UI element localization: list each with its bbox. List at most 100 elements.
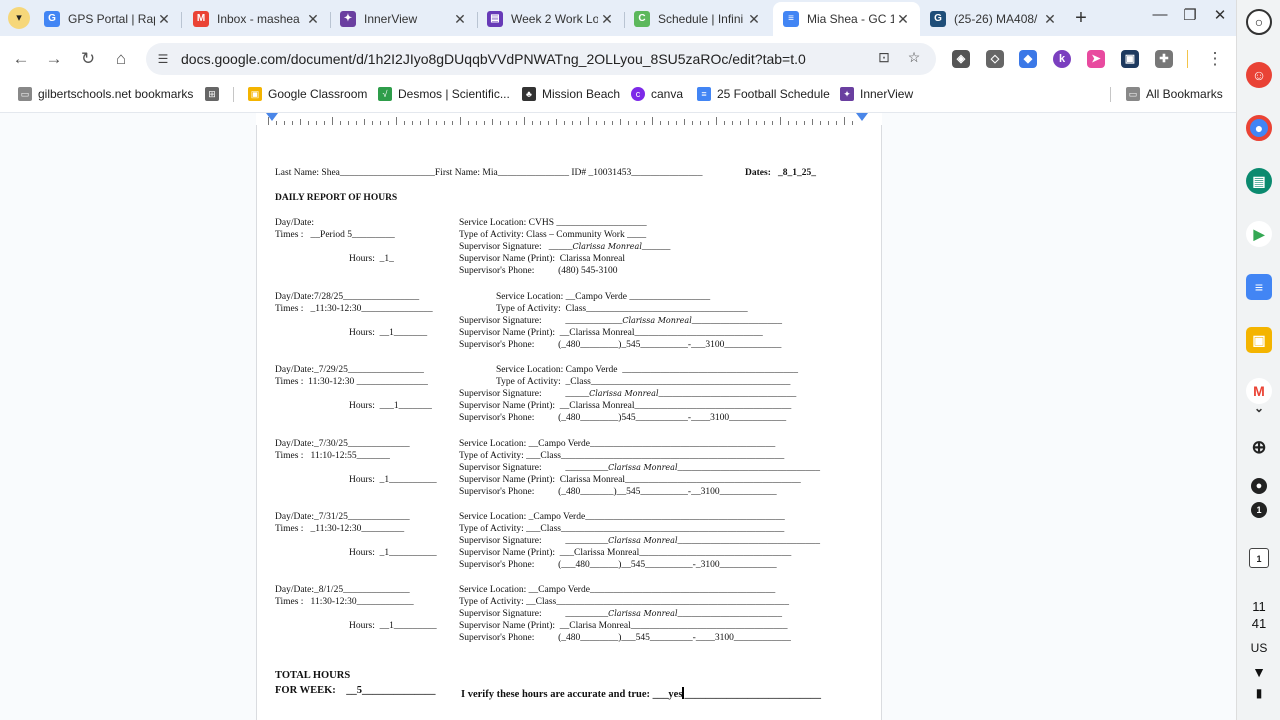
entry-service-location: Service Location: _Campo Verde__________…	[459, 512, 785, 522]
all-bookmarks-button[interactable]: ▭ All Bookmarks	[1126, 84, 1223, 104]
signature-label: Supervisor Signature: _____	[459, 242, 573, 252]
site-info-icon[interactable]: ☰	[154, 50, 172, 68]
bookmark-folder-gilbert[interactable]: ▭ gilbertschools.net bookmarks	[18, 84, 193, 104]
entry-activity-type: Type of Activity: Class – Community Work…	[459, 230, 647, 240]
status-dot-icon[interactable]: ●	[1251, 478, 1267, 494]
close-tab-icon[interactable]: ✕	[451, 11, 469, 28]
app-extension-icon[interactable]: ▣	[1121, 50, 1139, 68]
play-store-icon[interactable]: ▶	[1246, 221, 1272, 247]
clock-hours[interactable]: 11	[1237, 599, 1280, 614]
bookmark-label: Google Classroom	[268, 87, 368, 101]
verify-statement: I verify these hours are accurate and tr…	[461, 685, 821, 701]
entry-supervisor-name: Supervisor Name (Print): __Clarisa Monre…	[459, 621, 788, 631]
right-indent-marker[interactable]	[856, 113, 868, 121]
arrow-extension-icon[interactable]: ➤	[1087, 50, 1105, 68]
browser-toolbar: ← → ↻ ⌂ ☰ docs.google.com/document/d/1h2…	[0, 36, 1236, 82]
tab-0[interactable]: G GPS Portal | Rap ✕	[34, 4, 181, 34]
app-pinned-icon[interactable]: ☺	[1246, 62, 1272, 88]
close-tab-icon[interactable]: ✕	[155, 11, 173, 28]
tab-title: Mia Shea - GC 1	[807, 12, 894, 26]
tab-title: Schedule | Infini	[658, 12, 744, 26]
entry-day-date: Day/Date:_7/30/25_____________	[275, 439, 410, 449]
close-tab-icon[interactable]: ✕	[598, 11, 616, 28]
close-window-icon[interactable]: ✕	[1206, 6, 1234, 24]
calendar-icon[interactable]: 1	[1249, 548, 1269, 568]
forward-icon[interactable]: →	[41, 46, 67, 72]
ruler-tick	[332, 117, 333, 125]
tab-6[interactable]: G (25-26) MA408/✕	[920, 4, 1067, 34]
extensions-puzzle-icon[interactable]: ✚	[1155, 50, 1173, 68]
clock-minutes[interactable]: 41	[1237, 616, 1280, 631]
classroom-app-icon[interactable]: ▤	[1246, 168, 1272, 194]
bookmark-item-5[interactable]: ✦ InnerView	[840, 84, 913, 104]
url-text[interactable]: docs.google.com/document/d/1h2I2JIyo8gDU…	[181, 51, 806, 67]
close-tab-icon[interactable]: ✕	[745, 11, 763, 28]
entry-service-location: Service Location: CVHS _________________…	[459, 218, 647, 228]
shelf-chevron-icon[interactable]: ⌄	[1246, 395, 1272, 421]
ruler-tick	[716, 117, 717, 125]
document-page[interactable]: Last Name: Shea____________________First…	[256, 125, 882, 720]
restore-icon[interactable]: ❐	[1176, 6, 1204, 24]
wifi-icon[interactable]: ▼	[1237, 664, 1280, 680]
bookmark-label: 25 Football Schedule	[717, 87, 830, 101]
browser-window: ▾ G GPS Portal | Rap ✕ M Inbox - mashea ✕ ✦ Inn…	[0, 0, 1236, 720]
tab-5[interactable]: ≡ Mia Shea - GC 1 ✕	[773, 2, 920, 36]
colorful-extension-icon[interactable]: ◆	[1019, 50, 1037, 68]
notification-badge[interactable]: 1	[1251, 502, 1267, 518]
bookmark-item-4[interactable]: ≡ 25 Football Schedule	[697, 84, 830, 104]
battery-icon[interactable]: ▮	[1237, 686, 1280, 700]
menu-kebab-icon[interactable]: ⋮	[1202, 46, 1228, 72]
docs-app-icon[interactable]: ≡	[1246, 274, 1272, 300]
entry-supervisor-signature: Supervisor Signature: _________Clarissa …	[459, 462, 820, 474]
slides-app-icon[interactable]: ▣	[1246, 327, 1272, 353]
verify-line: __________________________	[684, 689, 821, 700]
bookmark-item-1[interactable]: √ Desmos | Scientific...	[378, 84, 510, 104]
bookmark-item-3[interactable]: c canva	[631, 84, 683, 104]
tab-3[interactable]: ▤ Week 2 Work Lo ✕	[477, 4, 624, 34]
entry-day-date: Day/Date:	[275, 218, 315, 228]
new-tab-button[interactable]: +	[1070, 8, 1092, 30]
minimize-icon[interactable]: —	[1146, 6, 1174, 23]
document-canvas[interactable]: Last Name: Shea____________________First…	[0, 112, 1236, 720]
close-tab-icon[interactable]: ✕	[304, 11, 322, 28]
home-icon[interactable]: ⌂	[108, 46, 134, 72]
horizontal-ruler[interactable]	[256, 113, 882, 125]
address-bar[interactable]: ☰ docs.google.com/document/d/1h2I2JIyo8g…	[146, 43, 936, 75]
bookmark-item-2[interactable]: ♣ Mission Beach	[522, 84, 620, 104]
install-app-icon[interactable]: ⊡	[874, 49, 894, 69]
shield-extension-icon[interactable]: ◈	[952, 50, 970, 68]
entry-supervisor-signature: Supervisor Signature: _____Clarissa Monr…	[459, 388, 796, 400]
entry-supervisor-phone: Supervisor's Phone: (___480______)__545_…	[459, 560, 777, 570]
entry-times: Times : 11:10-12:55_______	[275, 451, 390, 461]
header-line: Last Name: Shea____________________First…	[275, 168, 703, 178]
report-title: DAILY REPORT OF HOURS	[275, 193, 398, 203]
tab-search-button[interactable]: ▾	[8, 7, 30, 29]
apps-grid-button[interactable]: ⊞	[205, 84, 225, 104]
entry-supervisor-signature: Supervisor Signature: _____Clarissa Monr…	[459, 241, 670, 253]
shield-outline-extension-icon[interactable]: ◇	[986, 50, 1004, 68]
ruler-tick	[588, 117, 589, 125]
entry-service-location: Service Location: Campo Verde __________…	[496, 365, 798, 375]
close-tab-icon[interactable]: ✕	[894, 11, 912, 28]
tab-4[interactable]: C Schedule | Infini ✕	[624, 4, 771, 34]
input-locale[interactable]: US	[1237, 641, 1280, 655]
k-extension-icon[interactable]: k	[1053, 50, 1071, 68]
chrome-icon[interactable]: ●	[1246, 115, 1272, 141]
infinite-campus-icon: C	[634, 11, 650, 27]
back-icon[interactable]: ←	[8, 46, 34, 72]
entry-hours: Hours: __1_______	[349, 328, 428, 338]
ruler-tick	[780, 117, 781, 125]
tab-1[interactable]: M Inbox - mashea ✕	[183, 4, 330, 34]
bookmark-label: All Bookmarks	[1146, 87, 1223, 101]
launcher-icon[interactable]: ○	[1246, 9, 1272, 35]
entry-hours: Hours: _1_	[349, 254, 394, 264]
bookmark-item-0[interactable]: ▣ Google Classroom	[248, 84, 367, 104]
entry-supervisor-phone: Supervisor's Phone: (_480________)_545__…	[459, 340, 782, 350]
signature-label: Supervisor Signature: _________	[459, 463, 609, 473]
bookmark-label: gilbertschools.net bookmarks	[38, 87, 194, 101]
reload-icon[interactable]: ↻	[75, 46, 101, 72]
close-tab-icon[interactable]: ✕	[1041, 11, 1059, 28]
add-desk-icon[interactable]: ⊕	[1246, 434, 1272, 460]
bookmark-star-icon[interactable]: ☆	[904, 49, 924, 69]
tab-2[interactable]: ✦ InnerView ✕	[330, 4, 477, 34]
